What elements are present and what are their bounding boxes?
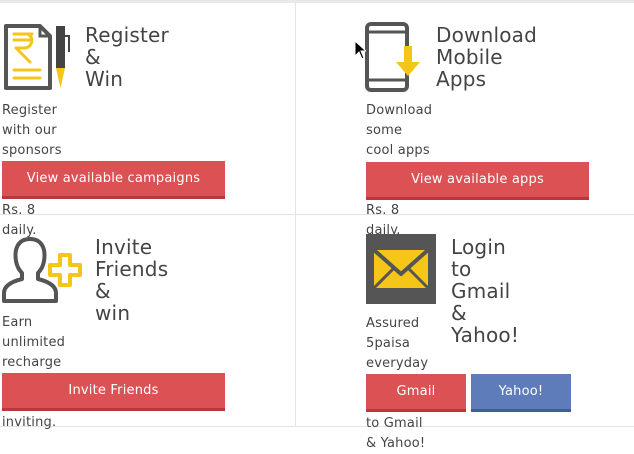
- card-title: Register & Win: [85, 23, 169, 91]
- mouse-cursor-icon: [354, 39, 368, 64]
- card-title: Invite Friends & win: [95, 235, 169, 325]
- gmail-button[interactable]: Gmail: [366, 374, 466, 412]
- invite-friends-button[interactable]: Invite Friends: [2, 373, 225, 411]
- view-apps-button[interactable]: View available apps: [366, 162, 589, 200]
- user-add-icon: [0, 235, 82, 309]
- row-divider: [0, 214, 634, 215]
- view-campaigns-button[interactable]: View available campaigns: [2, 161, 225, 199]
- card-title: Download Mobile Apps: [436, 23, 538, 91]
- mail-envelope-icon: [366, 234, 436, 308]
- top-divider: [0, 0, 634, 3]
- card-title: Login to Gmail & Yahoo!: [451, 235, 520, 347]
- yahoo-button[interactable]: Yahoo!: [471, 374, 571, 412]
- column-divider: [295, 3, 296, 427]
- mobile-download-icon: [364, 22, 424, 96]
- bottom-divider: [0, 426, 634, 427]
- rupee-document-pen-icon: [2, 22, 72, 96]
